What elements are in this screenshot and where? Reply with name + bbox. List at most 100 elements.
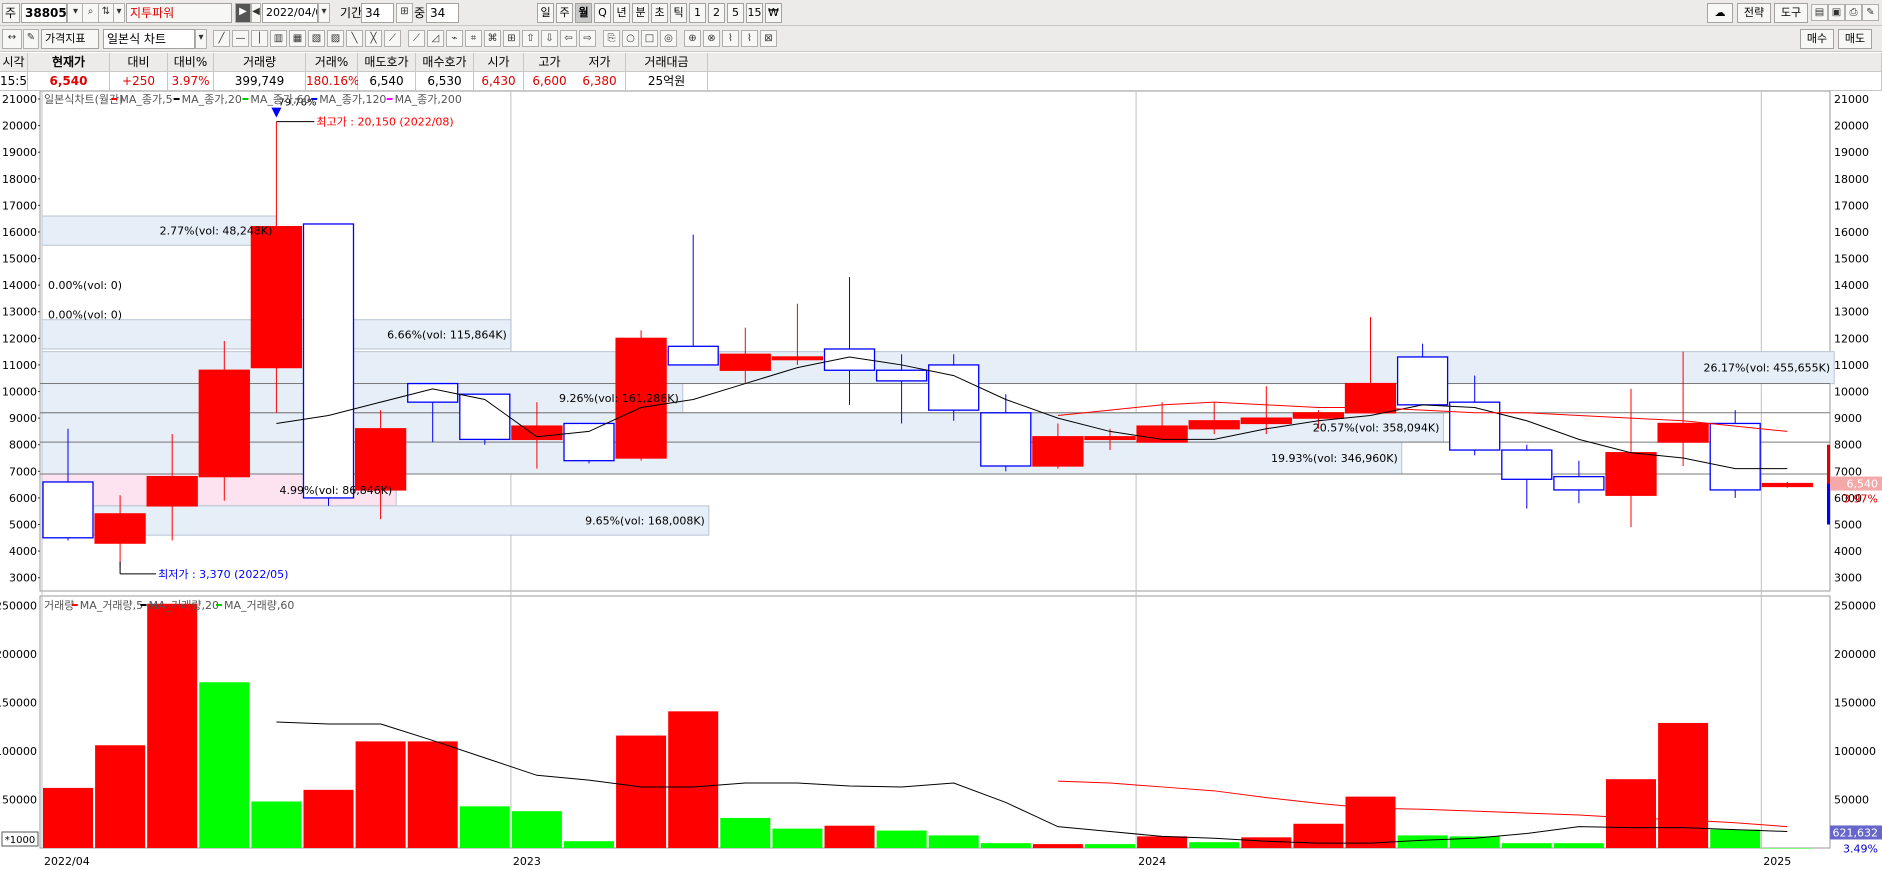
date-dropdown-icon[interactable]: ▾ — [318, 3, 330, 23]
prev-icon[interactable]: ◀ — [251, 3, 261, 23]
main-toolbar: 주 388050 ▾ ⌕ ⇅ ▾ 지투파워 ▶ ◀ 2022/04/01 ▾ 기… — [0, 0, 1882, 26]
print-icon[interactable]: ⎙ — [1845, 4, 1862, 21]
candle-body-5 — [302, 223, 355, 499]
candle-body-13 — [719, 353, 771, 371]
drawing-tool-icon-3[interactable]: ▥ — [270, 30, 287, 47]
drawing-tool-icon-0[interactable]: ╱ — [213, 30, 230, 47]
drawing-tool-icon-5[interactable]: ▧ — [308, 30, 325, 47]
cycle-button-2[interactable]: 월 — [575, 3, 592, 23]
candle-body-8 — [459, 393, 511, 441]
drawing-tool-icon-26[interactable]: ⌇ — [722, 30, 739, 47]
notes-icon[interactable]: ✎ — [23, 29, 39, 49]
market-type-label[interactable]: 주 — [2, 3, 20, 23]
price-tick-left-12: 15000 — [2, 253, 37, 266]
cycle-button-9[interactable]: 2 — [708, 3, 725, 23]
drawing-tool-icon-25[interactable]: ⊗ — [703, 30, 720, 47]
volume-bar-16 — [876, 830, 927, 848]
candle-body-0 — [42, 481, 94, 539]
price-legend-item-1: MA_종가,5 — [119, 93, 172, 106]
drawing-tool-icon-23[interactable]: ◎ — [660, 30, 677, 47]
chart-type-select[interactable]: 일본식 차트 — [103, 29, 195, 49]
drawing-tool-icon-4[interactable]: ▦ — [289, 30, 306, 47]
date-input[interactable]: 2022/04/01 — [262, 3, 318, 23]
cycle-button-4[interactable]: 년 — [613, 3, 630, 23]
candle-body-12 — [667, 345, 719, 366]
buy-button[interactable]: 매수 — [1800, 29, 1834, 49]
cycle-button-10[interactable]: 5 — [727, 3, 744, 23]
expand-icon[interactable]: ↔ — [2, 29, 22, 49]
stock-code-input[interactable]: 388050 — [21, 3, 67, 23]
candle-body-10 — [563, 422, 615, 462]
volume-tick-right-3: 200000 — [1834, 648, 1876, 661]
stock-chart[interactable]: 2022/04 2023 2024 2025 3000 3000 4000 4000 5000 5… — [0, 91, 1882, 870]
stock-name-field[interactable]: 지투파워 — [126, 3, 232, 23]
drawing-tool-icon-17[interactable]: ⇩ — [541, 30, 558, 47]
sell-button[interactable]: 매도 — [1838, 29, 1872, 49]
price-tick-left-7: 10000 — [2, 386, 37, 399]
cycle-button-0[interactable]: 일 — [537, 3, 554, 23]
drawing-tool-icon-16[interactable]: ⇧ — [522, 30, 539, 47]
indicator-button[interactable]: 가격지표 — [41, 29, 99, 49]
play-icon[interactable]: ▶ — [235, 3, 251, 23]
cycle-button-5[interactable]: 분 — [632, 3, 649, 23]
volume-tick-right-0: 50000 — [1834, 794, 1869, 807]
price-tick-left-18: 21000 — [2, 93, 37, 106]
candle-body-23 — [1240, 417, 1292, 425]
count-input[interactable]: 34 — [426, 3, 459, 23]
drawing-tool-icon-10[interactable]: ⟋ — [408, 30, 425, 47]
sort-icon[interactable]: ⇅ — [98, 3, 114, 23]
sort-dropdown-icon[interactable]: ▾ — [113, 3, 125, 23]
cycle-button-7[interactable]: 틱 — [670, 3, 687, 23]
folder-icon[interactable]: ▤ — [1811, 4, 1828, 21]
price-legend-item-2: MA_종가,20 — [182, 93, 242, 106]
candle-body-2 — [146, 475, 198, 507]
price-tick-right-5: 8000 — [1834, 439, 1862, 452]
volume-unit-label: *1000 — [5, 835, 35, 846]
volume-bar-5 — [303, 789, 354, 848]
cycle-button-6[interactable]: 초 — [651, 3, 668, 23]
volume-bar-11 — [616, 735, 667, 848]
quote-value-11: 25억원 — [626, 72, 708, 91]
save-icon[interactable]: ▣ — [1828, 4, 1845, 21]
quote-value-10: 6,380 — [574, 72, 626, 91]
drawing-tool-icon-24[interactable]: ⊕ — [684, 30, 701, 47]
drawing-tool-icon-22[interactable]: □ — [641, 30, 658, 47]
x-axis-label-2: 2024 — [1138, 855, 1166, 868]
chart-type-dropdown-icon[interactable]: ▾ — [195, 29, 207, 49]
drawing-tool-icon-14[interactable]: ⌘ — [484, 30, 501, 47]
cycle-button-11[interactable]: 15 — [746, 3, 763, 23]
volume-profile-label-0: 2.77%(vol: 48,248K) — [160, 225, 273, 238]
drawing-tool-icon-18[interactable]: ⇦ — [560, 30, 577, 47]
cloud-icon[interactable]: ☁ — [1707, 3, 1733, 23]
drawing-tool-icon-12[interactable]: ⌁ — [446, 30, 463, 47]
drawing-tool-icon-6[interactable]: ▨ — [327, 30, 344, 47]
drawing-tool-icon-20[interactable]: ⎘ — [603, 30, 620, 47]
search-icon[interactable]: ⌕ — [82, 3, 99, 23]
cycle-button-1[interactable]: 주 — [556, 3, 573, 23]
tools-button[interactable]: 도구 — [1774, 3, 1808, 23]
drawing-tool-icon-8[interactable]: ╳ — [365, 30, 382, 47]
drawing-tool-icon-19[interactable]: ⇨ — [579, 30, 596, 47]
wrench-icon[interactable]: ✎ — [1862, 4, 1879, 21]
period-input[interactable]: 34 — [361, 3, 394, 23]
drawing-tool-icon-2[interactable]: │ — [251, 30, 268, 47]
x-axis-label-3: 2025 — [1763, 855, 1791, 868]
drawing-tool-icon-27[interactable]: ⌇ — [741, 30, 758, 47]
drawing-tool-icon-7[interactable]: ╲ — [346, 30, 363, 47]
volume-legend-item-2: MA_거래량,20 — [149, 599, 219, 612]
cycle-button-12[interactable]: ₩ — [765, 3, 782, 23]
cycle-button-8[interactable]: 1 — [689, 3, 706, 23]
price-tick-right-14: 17000 — [1834, 199, 1869, 212]
drawing-tool-icon-13[interactable]: ⌗ — [465, 30, 482, 47]
volume-bar-22 — [1189, 842, 1240, 848]
drawing-tool-icon-28[interactable]: ⊠ — [760, 30, 777, 47]
zoom-icon[interactable]: ⊞ — [396, 3, 413, 23]
drawing-tool-icon-9[interactable]: ⟋ — [384, 30, 401, 47]
quote-header-7: 매수호가 — [416, 53, 474, 72]
drawing-tool-icon-15[interactable]: ⊞ — [503, 30, 520, 47]
drawing-tool-icon-1[interactable]: — — [232, 30, 249, 47]
cycle-button-3[interactable]: Q — [594, 3, 611, 23]
drawing-tool-icon-21[interactable]: ○ — [622, 30, 639, 47]
drawing-tool-icon-11[interactable]: ◿ — [427, 30, 444, 47]
strategy-button[interactable]: 전략 — [1737, 3, 1771, 23]
